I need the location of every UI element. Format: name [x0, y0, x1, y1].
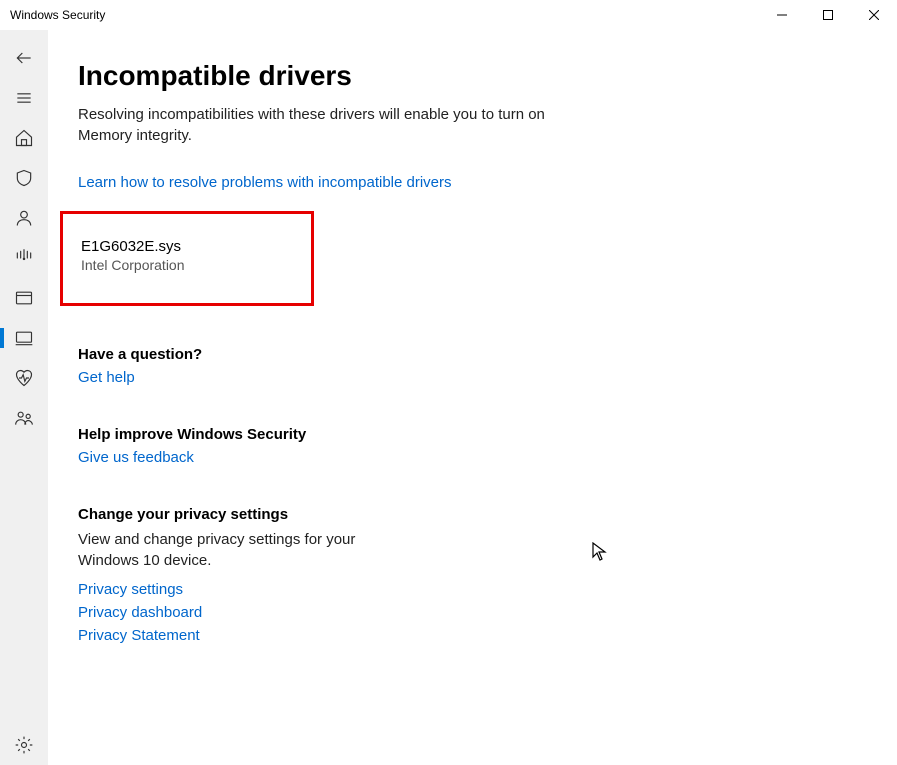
family-icon[interactable]	[0, 398, 48, 438]
firewall-icon[interactable]	[0, 238, 48, 278]
get-help-link[interactable]: Get help	[78, 369, 135, 386]
account-icon[interactable]	[0, 198, 48, 238]
device-health-icon[interactable]	[0, 358, 48, 398]
maximize-button[interactable]	[805, 0, 851, 30]
privacy-settings-link[interactable]: Privacy settings	[78, 581, 183, 598]
home-icon[interactable]	[0, 118, 48, 158]
main-content: Incompatible drivers Resolving incompati…	[48, 30, 897, 765]
question-heading: Have a question?	[78, 346, 398, 363]
menu-button[interactable]	[0, 78, 48, 118]
privacy-dashboard-link[interactable]: Privacy dashboard	[78, 604, 202, 621]
privacy-statement-link[interactable]: Privacy Statement	[78, 627, 200, 644]
page-description: Resolving incompatibilities with these d…	[78, 104, 598, 146]
shield-icon[interactable]	[0, 158, 48, 198]
improve-heading: Help improve Windows Security	[78, 426, 398, 443]
page-title: Incompatible drivers	[78, 60, 897, 92]
question-section: Have a question? Get help	[78, 346, 398, 392]
driver-vendor: Intel Corporation	[81, 257, 293, 273]
window-title: Windows Security	[10, 8, 105, 22]
learn-link[interactable]: Learn how to resolve problems with incom…	[78, 174, 452, 191]
settings-icon[interactable]	[0, 725, 48, 765]
titlebar: Windows Security	[0, 0, 897, 30]
feedback-link[interactable]: Give us feedback	[78, 449, 194, 466]
incompatible-driver-item[interactable]: E1G6032E.sys Intel Corporation	[60, 211, 314, 306]
sidebar	[0, 30, 48, 765]
device-security-icon[interactable]	[0, 318, 48, 358]
close-button[interactable]	[851, 0, 897, 30]
app-browser-icon[interactable]	[0, 278, 48, 318]
privacy-body: View and change privacy settings for you…	[78, 529, 398, 571]
improve-section: Help improve Windows Security Give us fe…	[78, 426, 398, 472]
driver-filename: E1G6032E.sys	[81, 238, 293, 255]
window-controls	[759, 0, 897, 30]
privacy-heading: Change your privacy settings	[78, 506, 398, 523]
minimize-button[interactable]	[759, 0, 805, 30]
back-button[interactable]	[0, 38, 48, 78]
privacy-section: Change your privacy settings View and ch…	[78, 506, 398, 650]
